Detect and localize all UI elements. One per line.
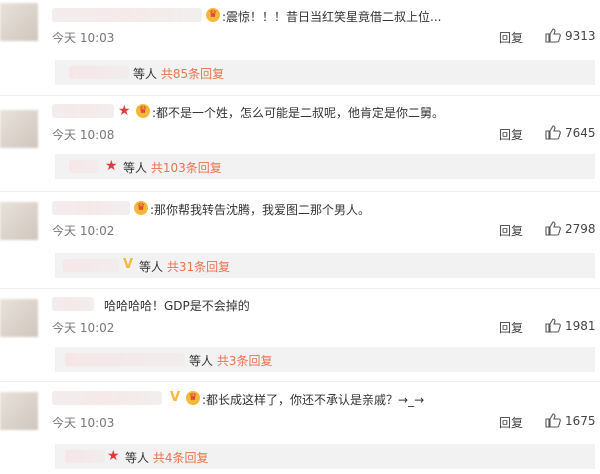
sub-username-redacted (69, 160, 99, 173)
thumbs-up-icon (545, 221, 561, 236)
view-replies-link[interactable]: 共3条回复 (217, 354, 273, 368)
vip-crown-icon: ♛ (136, 104, 150, 118)
v-badge-icon: V (123, 257, 134, 272)
sub-replies-summary: 等人 共85条回复 (133, 67, 225, 81)
comment-text: :都不是一个姓，怎么可能是二叔呢，他肯定是你二舅。 (152, 106, 445, 120)
view-replies-link[interactable]: 共103条回复 (151, 161, 222, 175)
view-replies-link[interactable]: 共85条回复 (161, 67, 224, 81)
like-count: 1981 (565, 318, 596, 333)
like-button[interactable]: 2798 (545, 221, 596, 236)
avatar[interactable] (0, 3, 38, 41)
comment-text: :震惊！！！昔日当红笑星竟借二叔上位... (222, 10, 442, 24)
sub-replies-summary: 等人 共4条回复 (125, 451, 209, 465)
view-replies-link[interactable]: 共31条回复 (167, 260, 230, 274)
avatar[interactable] (0, 202, 38, 240)
comment-item: ♛ :震惊！！！昔日当红笑星竟借二叔上位... 今天 10:03 回复 9313… (0, 0, 600, 95)
vip-crown-icon: ♛ (134, 201, 148, 215)
vip-crown-icon: ♛ (186, 391, 200, 405)
sub-username-redacted (65, 450, 105, 463)
comment-text: :都长成这样了，你还不承认是亲戚？→_→ (202, 393, 425, 407)
username-redacted[interactable] (52, 8, 202, 22)
red-star-icon: ★ (105, 158, 118, 174)
like-count: 7645 (565, 125, 596, 140)
sub-replies-summary: 等人 共103条回复 (123, 161, 222, 175)
comment-time: 今天 10:02 (52, 321, 115, 335)
sub-username-redacted (65, 353, 185, 366)
comment-item: 哈哈哈哈！GDP是不会掉的 今天 10:02 回复 1981 等人 共3条回复 (0, 289, 600, 381)
reply-button[interactable]: 回复 (499, 222, 523, 239)
sub-replies-box: ★ 等人 共4条回复 (55, 444, 595, 469)
comment-time: 今天 10:03 (52, 416, 115, 430)
v-badge-icon: V (170, 390, 181, 405)
comment-item: V ♛ :都长成这样了，你还不承认是亲戚？→_→ 今天 10:03 回复 167… (0, 382, 600, 474)
comment-item: ♛ :那你帮我转告沈腾，我爱图二那个男人。 今天 10:02 回复 2798 V… (0, 192, 600, 288)
thumbs-up-icon (545, 28, 561, 43)
like-button[interactable]: 7645 (545, 125, 596, 140)
like-button[interactable]: 1675 (545, 413, 596, 428)
vip-crown-icon: ♛ (206, 8, 220, 22)
thumbs-up-icon (545, 125, 561, 140)
comment-text: 哈哈哈哈！GDP是不会掉的 (104, 299, 250, 313)
avatar[interactable] (0, 392, 38, 430)
sub-replies-box: ★ 等人 共103条回复 (55, 154, 595, 179)
sub-replies-summary: 等人 共31条回复 (139, 260, 231, 274)
username-redacted[interactable] (52, 297, 94, 311)
red-star-icon: ★ (118, 103, 131, 119)
comment-item: ★ ♛ :都不是一个姓，怎么可能是二叔呢，他肯定是你二舅。 今天 10:08 回… (0, 96, 600, 191)
comment-time: 今天 10:08 (52, 128, 115, 142)
reply-button[interactable]: 回复 (499, 29, 523, 46)
view-replies-link[interactable]: 共4条回复 (153, 451, 209, 465)
thumbs-up-icon (545, 413, 561, 428)
sub-replies-box: 等人 共85条回复 (55, 60, 595, 85)
avatar[interactable] (0, 299, 38, 337)
thumbs-up-icon (545, 318, 561, 333)
comment-text: :那你帮我转告沈腾，我爱图二那个男人。 (150, 203, 371, 217)
sub-replies-box: 等人 共3条回复 (55, 347, 595, 372)
like-count: 9313 (565, 28, 596, 43)
reply-button[interactable]: 回复 (499, 319, 523, 336)
username-redacted[interactable] (52, 391, 162, 405)
like-count: 2798 (565, 221, 596, 236)
like-count: 1675 (565, 413, 596, 428)
comment-time: 今天 10:03 (52, 31, 115, 45)
sub-replies-summary: 等人 共3条回复 (189, 354, 273, 368)
sub-username-redacted (69, 66, 129, 79)
like-button[interactable]: 1981 (545, 318, 596, 333)
like-button[interactable]: 9313 (545, 28, 596, 43)
red-star-icon: ★ (107, 448, 120, 464)
sub-username-redacted (63, 259, 119, 272)
reply-button[interactable]: 回复 (499, 414, 523, 431)
avatar[interactable] (0, 110, 38, 148)
username-redacted[interactable] (52, 104, 114, 118)
reply-button[interactable]: 回复 (499, 126, 523, 143)
comment-time: 今天 10:02 (52, 224, 115, 238)
sub-replies-box: V 等人 共31条回复 (55, 253, 595, 278)
username-redacted[interactable] (52, 201, 130, 215)
